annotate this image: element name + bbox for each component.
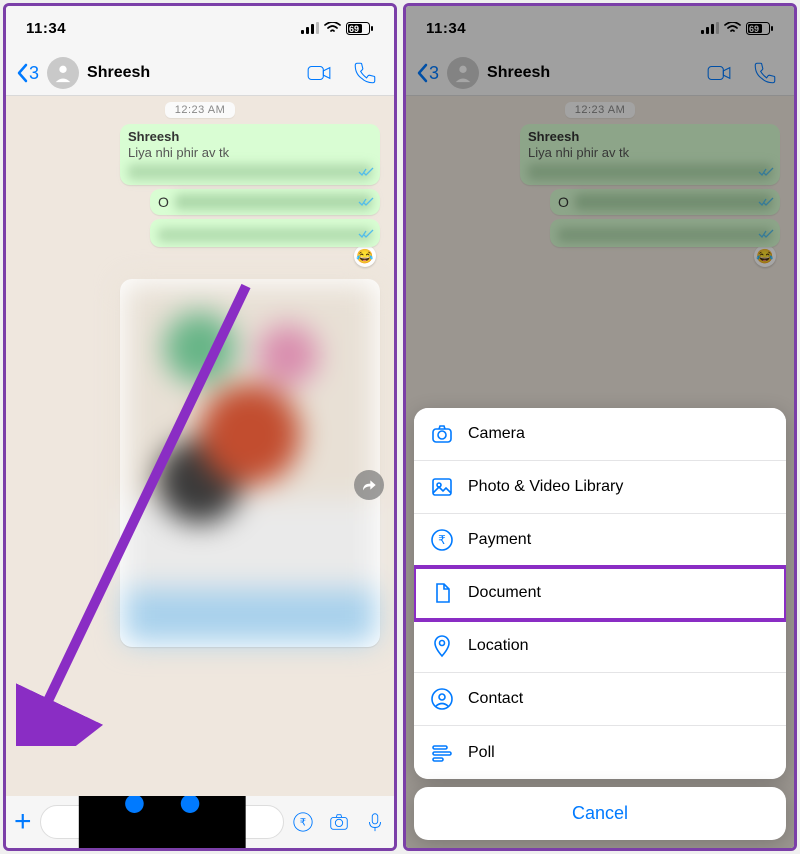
video-call-icon[interactable] [306, 60, 332, 86]
attachment-sheet: Camera Photo & Video Library ₹ Payment D… [414, 408, 786, 840]
svg-text:₹: ₹ [300, 818, 306, 829]
back-count: 3 [29, 64, 39, 82]
person-icon [52, 62, 74, 84]
sheet-item-location[interactable]: Location [414, 620, 786, 673]
sheet-item-payment[interactable]: ₹ Payment [414, 514, 786, 567]
mic-icon[interactable] [364, 811, 386, 833]
svg-text:69: 69 [349, 24, 359, 34]
sheet-item-camera[interactable]: Camera [414, 408, 786, 461]
status-bar: 11:34 69 [6, 6, 394, 50]
document-icon [430, 581, 454, 605]
back-button[interactable]: 3 [16, 63, 39, 83]
redacted-text [158, 228, 372, 242]
contact-icon [430, 687, 454, 711]
sheet-item-label: Location [468, 637, 529, 655]
chat-header: 3 Shreesh [6, 50, 394, 96]
forward-button[interactable] [354, 470, 384, 500]
sheet-item-document[interactable]: Document [414, 567, 786, 620]
sheet-item-label: Camera [468, 425, 525, 443]
message-bubble[interactable]: Shreesh Liya nhi phir av tk [120, 124, 380, 185]
camera-icon[interactable] [328, 811, 350, 833]
reply-text: Liya nhi phir av tk [128, 145, 372, 160]
read-ticks-icon [358, 194, 374, 212]
sheet-item-label: Payment [468, 531, 531, 549]
sheet-item-photo[interactable]: Photo & Video Library [414, 461, 786, 514]
redacted-text [175, 194, 372, 210]
chevron-left-icon [16, 63, 28, 83]
signal-icon [301, 22, 319, 34]
date-pill: 12:23 AM [165, 102, 235, 118]
sheet-item-label: Poll [468, 744, 495, 762]
read-ticks-icon [358, 226, 374, 244]
poll-icon [430, 741, 454, 765]
sheet-item-label: Contact [468, 690, 523, 708]
blurred-media-icon [124, 283, 376, 643]
battery-icon: 69 [346, 22, 374, 35]
reaction-emoji[interactable]: 😂 [354, 245, 376, 267]
payment-icon[interactable]: ₹ [292, 811, 314, 833]
attach-button[interactable]: + [14, 807, 32, 837]
message-input[interactable] [40, 805, 284, 839]
input-bar: + ₹ [6, 796, 394, 848]
sheet-item-label: Document [468, 584, 541, 602]
sheet-cancel-button[interactable]: Cancel [414, 787, 786, 840]
photo-icon [430, 475, 454, 499]
message-bubble[interactable] [150, 219, 380, 247]
sheet-item-contact[interactable]: Contact [414, 673, 786, 726]
sheet-cancel-label: Cancel [572, 803, 628, 824]
pin-icon [430, 634, 454, 658]
message-text: O [158, 194, 169, 210]
svg-text:₹: ₹ [438, 533, 446, 547]
status-time: 11:34 [26, 20, 66, 37]
voice-call-icon[interactable] [352, 60, 378, 86]
chat-area[interactable]: 12:23 AM Shreesh Liya nhi phir av tk O 😂 [6, 96, 394, 796]
rupee-icon: ₹ [430, 528, 454, 552]
redacted-text [128, 164, 372, 180]
camera-icon [430, 422, 454, 446]
forward-icon [361, 477, 377, 493]
sheet-item-label: Photo & Video Library [468, 478, 623, 496]
sheet-item-poll[interactable]: Poll [414, 726, 786, 779]
avatar[interactable] [47, 57, 79, 89]
status-right: 69 [301, 22, 374, 35]
screenshot-right: 11:34 69 3 Shreesh 12:23 AM Shreesh Liya… [403, 3, 797, 851]
screenshot-left: 11:34 69 3 Shreesh 12:23 AM Shreesh Liya… [3, 3, 397, 851]
message-bubble[interactable]: O [150, 189, 380, 215]
read-ticks-icon [358, 164, 374, 182]
sheet-list: Camera Photo & Video Library ₹ Payment D… [414, 408, 786, 779]
wifi-icon [324, 22, 341, 34]
contact-name[interactable]: Shreesh [87, 64, 298, 82]
reply-sender: Shreesh [128, 129, 372, 144]
media-message[interactable] [120, 279, 380, 647]
